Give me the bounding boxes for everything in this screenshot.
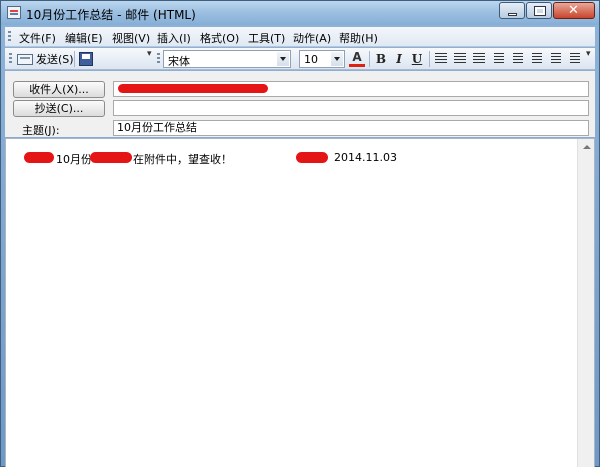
font-size-value: 10 xyxy=(304,53,318,66)
window-controls: ✕ xyxy=(498,2,595,19)
menu-tools[interactable]: 工具(T) xyxy=(248,30,285,46)
chevron-down-icon xyxy=(277,52,289,66)
to-field[interactable] xyxy=(113,81,589,97)
menu-edit[interactable]: 编辑(E) xyxy=(65,30,103,46)
message-header: 收件人(X)... 抄送(C)... 主题(J): 10月份工作总结 xyxy=(5,71,595,137)
toolbar-grip-handle[interactable] xyxy=(9,53,12,65)
chevron-down-icon xyxy=(331,52,343,66)
toolbar-separator xyxy=(369,51,370,67)
close-button[interactable]: ✕ xyxy=(553,2,595,19)
window-title: 10月份工作总结 - 邮件 (HTML) xyxy=(26,8,196,22)
menu-view[interactable]: 视图(V) xyxy=(112,30,150,46)
font-name-select[interactable]: 宋体 xyxy=(163,50,291,68)
minimize-icon xyxy=(508,13,517,16)
cc-field[interactable] xyxy=(113,100,589,116)
horizontal-line-icon[interactable] xyxy=(570,53,580,64)
email-window: 10月份工作总结 - 邮件 (HTML) ✕ 文件(F) 编辑(E) 视图(V)… xyxy=(0,0,600,467)
redaction-mark xyxy=(90,152,132,163)
menu-actions[interactable]: 动作(A) xyxy=(293,30,331,46)
toolbar-separator xyxy=(429,51,430,67)
title-bar[interactable]: 10月份工作总结 - 邮件 (HTML) ✕ xyxy=(1,1,599,25)
menu-bar: 文件(F) 编辑(E) 视图(V) 插入(I) 格式(O) 工具(T) 动作(A… xyxy=(5,27,595,47)
cc-button[interactable]: 抄送(C)... xyxy=(13,100,105,117)
align-left-icon[interactable] xyxy=(435,53,447,64)
minimize-button[interactable] xyxy=(499,2,525,19)
to-button[interactable]: 收件人(X)... xyxy=(13,81,105,98)
save-icon[interactable] xyxy=(79,52,93,66)
menu-help[interactable]: 帮助(H) xyxy=(339,30,378,46)
close-icon: ✕ xyxy=(568,3,579,18)
scroll-up-icon[interactable] xyxy=(583,145,591,149)
toolbar: 发送(S) ▾ 宋体 10 A B I U ▾ xyxy=(5,48,595,70)
send-icon xyxy=(17,53,33,65)
redaction-mark xyxy=(296,152,328,163)
redaction-mark xyxy=(118,84,268,93)
format-toolbar-grip-handle[interactable] xyxy=(157,53,160,65)
maximize-button[interactable] xyxy=(526,2,552,19)
align-right-icon[interactable] xyxy=(473,53,485,64)
send-button[interactable]: 发送(S) xyxy=(17,50,74,68)
bullet-list-icon[interactable] xyxy=(494,53,504,64)
menu-insert[interactable]: 插入(I) xyxy=(157,30,191,46)
menu-format[interactable]: 格式(O) xyxy=(200,30,239,46)
vertical-scrollbar[interactable] xyxy=(577,139,594,467)
body-text-prefix: 10月份 xyxy=(56,153,92,166)
maximize-icon xyxy=(534,6,546,16)
toolbar-separator xyxy=(74,51,75,67)
bold-button[interactable]: B xyxy=(373,51,389,67)
font-name-value: 宋体 xyxy=(168,55,190,68)
subject-label: 主题(J): xyxy=(22,124,60,137)
italic-button[interactable]: I xyxy=(391,51,407,67)
mail-message-icon xyxy=(7,6,21,19)
align-center-icon[interactable] xyxy=(454,53,466,64)
font-color-button[interactable]: A xyxy=(349,51,365,67)
numbered-list-icon[interactable] xyxy=(513,53,523,64)
increase-indent-icon[interactable] xyxy=(551,53,561,64)
toolbar-overflow-icon[interactable]: ▾ xyxy=(147,49,152,59)
toolbar-overflow-icon[interactable]: ▾ xyxy=(586,49,591,59)
menu-grip-handle[interactable] xyxy=(8,31,11,43)
underline-button[interactable]: U xyxy=(409,51,425,67)
send-label: 发送(S) xyxy=(36,53,74,66)
message-body[interactable]: 10月份 在附件中，望查收！ 2014.11.03 xyxy=(5,138,595,467)
menu-file[interactable]: 文件(F) xyxy=(19,30,56,46)
subject-field[interactable]: 10月份工作总结 xyxy=(113,120,589,136)
body-date: 2014.11.03 xyxy=(334,151,397,164)
font-size-select[interactable]: 10 xyxy=(299,50,345,68)
redaction-mark xyxy=(24,152,54,163)
body-text-message: 在附件中，望查收！ xyxy=(133,153,232,166)
decrease-indent-icon[interactable] xyxy=(532,53,542,64)
